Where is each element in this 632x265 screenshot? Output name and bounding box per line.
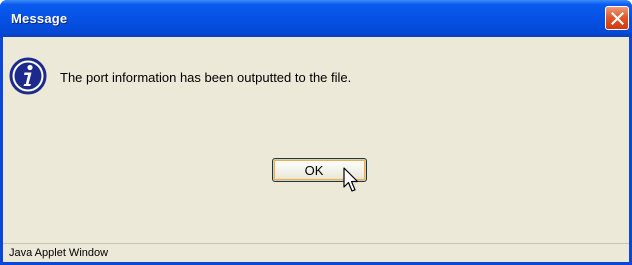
title-bar[interactable]: Message (0, 0, 632, 37)
message-text: The port information has been outputted … (60, 70, 352, 85)
java-applet-window-label: Java Applet Window (9, 247, 109, 259)
window-title: Message (11, 11, 68, 26)
close-icon (611, 12, 624, 25)
applet-divider (3, 243, 629, 244)
message-dialog-window: Message The port information has been ou… (0, 0, 632, 265)
info-icon (9, 57, 47, 95)
close-button[interactable] (605, 6, 629, 30)
mouse-cursor-icon (343, 167, 359, 192)
